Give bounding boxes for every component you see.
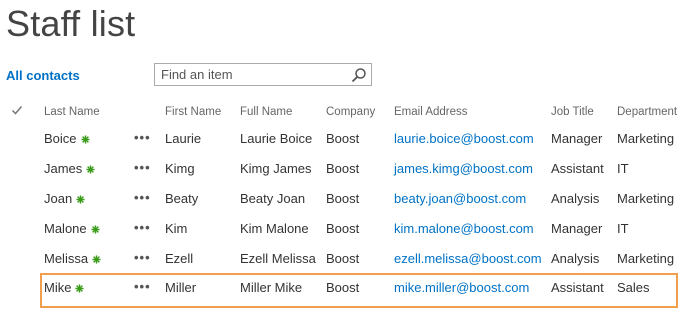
cell-department: Marketing [617,251,675,266]
cell-email[interactable]: mike.miller@boost.com [394,280,529,295]
cell-company: Boost [326,161,360,176]
cell-first-name: Kim [165,221,188,236]
cell-job-title: Manager [551,221,603,236]
cell-job-title: Analysis [551,191,600,206]
last-name-text[interactable]: Joan [44,191,72,206]
select-all-check-icon[interactable] [11,104,23,116]
item-menu-button[interactable]: ••• [134,190,151,205]
item-menu-button[interactable]: ••• [134,160,151,175]
column-header-company[interactable]: Company [326,106,375,118]
cell-full-name: Ezell Melissa [240,251,316,266]
cell-department: Marketing [617,131,675,146]
new-item-icon [91,225,100,234]
column-header-first-name[interactable]: First Name [165,106,221,118]
new-item-icon [92,255,101,264]
cell-full-name: Kimg James [240,161,312,176]
table-row[interactable]: James ••• Kimg Kimg James Boost james.kimg@bo… [40,154,678,184]
last-name-text[interactable]: Malone [44,221,87,236]
new-item-icon [86,165,95,174]
cell-email[interactable]: kim.malone@boost.com [394,221,534,236]
table-row[interactable]: Mike ••• Miller Miller Mike Boost mike.miller… [40,273,678,308]
cell-last-name[interactable]: Boice [44,131,90,146]
table-row[interactable]: Melissa ••• Ezell Ezell Melissa Boost ezell.m… [40,244,678,274]
last-name-text[interactable]: James [44,161,82,176]
new-item-icon [80,135,90,144]
column-header-email[interactable]: Email Address [394,106,468,118]
cell-department: IT [617,161,629,176]
search-box[interactable] [154,63,372,86]
cell-company: Boost [326,131,360,146]
new-item-icon [76,195,85,204]
cell-email[interactable]: laurie.boice@boost.com [394,131,534,146]
cell-email[interactable]: ezell.melissa@boost.com [394,251,542,266]
column-header-department[interactable]: Department [617,106,677,118]
cell-last-name[interactable]: James [44,161,95,176]
item-menu-button[interactable]: ••• [134,130,151,145]
view-all-contacts-link[interactable]: All contacts [6,68,80,83]
cell-department: IT [617,221,629,236]
cell-first-name: Laurie [165,131,202,146]
column-header-last-name[interactable]: Last Name [44,106,100,118]
cell-first-name: Miller [165,280,197,295]
item-menu-button[interactable]: ••• [134,220,151,235]
cell-full-name: Miller Mike [240,280,303,295]
cell-company: Boost [326,191,360,206]
new-item-icon [75,284,85,293]
cell-first-name: Beaty [165,191,199,206]
cell-email[interactable]: james.kimg@boost.com [394,161,533,176]
cell-full-name: Laurie Boice [240,131,313,146]
cell-company: Boost [326,221,360,236]
cell-first-name: Ezell [165,251,194,266]
cell-job-title: Assistant [551,280,604,295]
cell-email[interactable]: beaty.joan@boost.com [394,191,526,206]
cell-job-title: Analysis [551,251,600,266]
cell-company: Boost [326,251,360,266]
cell-full-name: Beaty Joan [240,191,306,206]
page-title: Staff list [6,3,136,44]
cell-first-name: Kimg [165,161,195,176]
cell-last-name[interactable]: Melissa [44,251,101,266]
column-header-job-title[interactable]: Job Title [551,106,594,118]
cell-department: Sales [617,280,650,295]
search-icon[interactable] [351,67,367,83]
cell-department: Marketing [617,191,675,206]
last-name-text[interactable]: Boice [44,131,77,146]
table-row[interactable]: Joan ••• Beaty Beaty Joan Boost beaty.joan@bo… [40,184,678,214]
cell-job-title: Manager [551,131,603,146]
cell-last-name[interactable]: Malone [44,221,100,236]
column-header-full-name[interactable]: Full Name [240,106,292,118]
item-menu-button[interactable]: ••• [134,279,151,294]
last-name-text[interactable]: Melissa [44,251,88,266]
last-name-text[interactable]: Mike [44,280,71,295]
item-menu-button[interactable]: ••• [134,250,151,265]
table-row[interactable]: Boice ••• Laurie Laurie Boice Boost laurie.bo… [40,124,678,154]
cell-full-name: Kim Malone [240,221,309,236]
table-row[interactable]: Malone ••• Kim Kim Malone Boost kim.malone@bo… [40,214,678,244]
cell-job-title: Assistant [551,161,604,176]
cell-company: Boost [326,280,360,295]
search-input[interactable] [155,64,345,85]
cell-last-name[interactable]: Joan [44,191,85,206]
cell-last-name[interactable]: Mike [44,280,85,295]
